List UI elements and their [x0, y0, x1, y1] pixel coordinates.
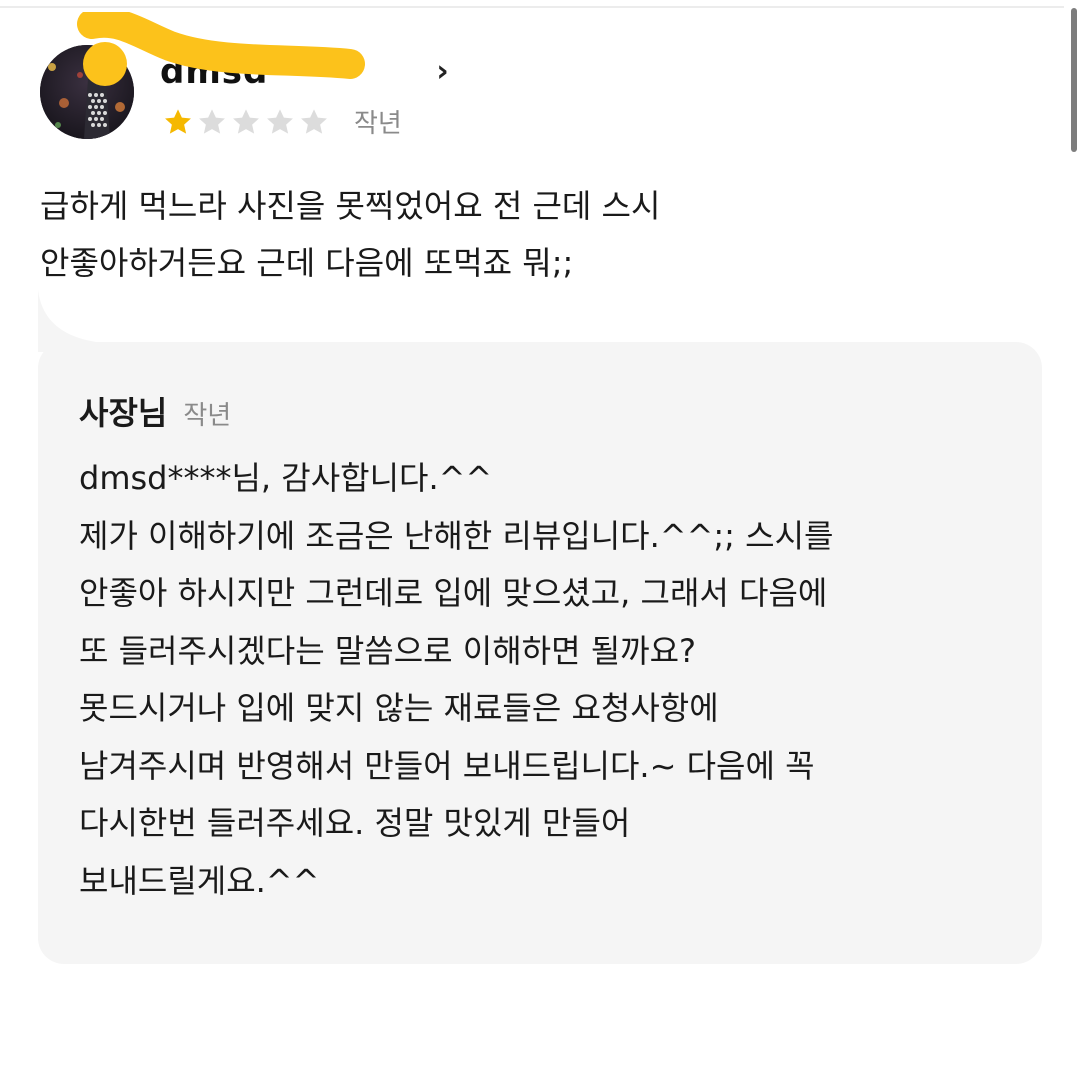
star-rating: 작년 [162, 103, 402, 140]
review-date: 작년 [354, 109, 402, 139]
reply-text: dmsd****님, 감사합니다.^^ 제가 이해하기에 조금은 난해한 리뷰입… [79, 459, 834, 900]
reply-author: 사장님 [79, 394, 168, 432]
star-icon-empty [199, 108, 225, 134]
scrollbar-thumb[interactable] [1071, 8, 1077, 152]
chevron-right-icon[interactable]: › [436, 57, 448, 87]
review-text: 급하게 먹느라 사진을 못찍었어요 전 근데 스시 안좋아하거든요 근데 다음에… [40, 187, 661, 282]
scrollbar[interactable] [1070, 0, 1080, 160]
top-divider [0, 6, 1064, 8]
star-icon-empty [233, 108, 259, 134]
owner-reply: 사장님 작년 dmsd****님, 감사합니다.^^ 제가 이해하기에 조금은 … [38, 342, 1042, 964]
star-icon-empty [267, 108, 293, 134]
redaction-scribble [77, 12, 365, 86]
star-icon-filled [165, 108, 191, 134]
reply-date: 작년 [183, 401, 232, 431]
reply-header: 사장님 작년 [79, 388, 231, 434]
star-icon-empty [301, 108, 327, 134]
